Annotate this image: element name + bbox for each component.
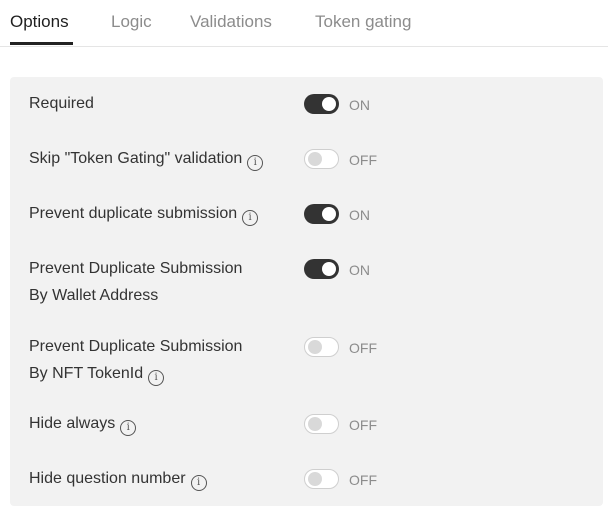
tab-token-gating[interactable]: Token gating (315, 10, 411, 34)
info-icon[interactable]: i (247, 155, 264, 171)
hide-question-number-toggle[interactable] (304, 469, 339, 489)
required-toggle[interactable] (304, 94, 339, 114)
info-icon[interactable]: i (148, 370, 165, 386)
options-panel: Required ON Skip "Token Gating" validati… (10, 77, 603, 506)
info-icon[interactable]: i (242, 210, 259, 226)
settings-tabs: Options Logic Validations Token gating (0, 0, 608, 47)
toggle-knob (322, 97, 336, 111)
toggle-knob (322, 207, 336, 221)
setting-label: Prevent Duplicate Submission By Wallet A… (29, 260, 243, 304)
toggle-knob (308, 340, 322, 354)
toggle-state-label: OFF (349, 152, 377, 168)
tab-logic[interactable]: Logic (111, 10, 152, 34)
toggle-knob (322, 262, 336, 276)
active-tab-indicator (10, 42, 73, 45)
setting-label: Prevent duplicate submission i (29, 200, 289, 227)
hide-always-toggle[interactable] (304, 414, 339, 434)
toggle-state-label: ON (349, 262, 370, 278)
toggle-knob (308, 417, 322, 431)
setting-label: Skip "Token Gating" validation i (29, 145, 289, 172)
toggle-state-label: OFF (349, 472, 377, 488)
toggle-knob (308, 472, 322, 486)
tab-validations[interactable]: Validations (190, 10, 272, 34)
setting-label: Required (29, 95, 94, 112)
toggle-state-label: ON (349, 97, 370, 113)
tab-options[interactable]: Options (10, 10, 69, 34)
prevent-duplicate-nft-toggle[interactable] (304, 337, 339, 357)
toggle-knob (308, 152, 322, 166)
info-icon[interactable]: i (120, 420, 137, 436)
setting-label: Hide question number i (29, 465, 289, 492)
prevent-duplicate-toggle[interactable] (304, 204, 339, 224)
setting-label: Prevent Duplicate Submission By NFT Toke… (29, 333, 289, 387)
toggle-state-label: ON (349, 207, 370, 223)
toggle-state-label: OFF (349, 417, 377, 433)
info-icon[interactable]: i (190, 475, 207, 491)
setting-label: Hide always i (29, 410, 289, 437)
toggle-state-label: OFF (349, 340, 377, 356)
skip-token-gating-toggle[interactable] (304, 149, 339, 169)
prevent-duplicate-wallet-toggle[interactable] (304, 259, 339, 279)
